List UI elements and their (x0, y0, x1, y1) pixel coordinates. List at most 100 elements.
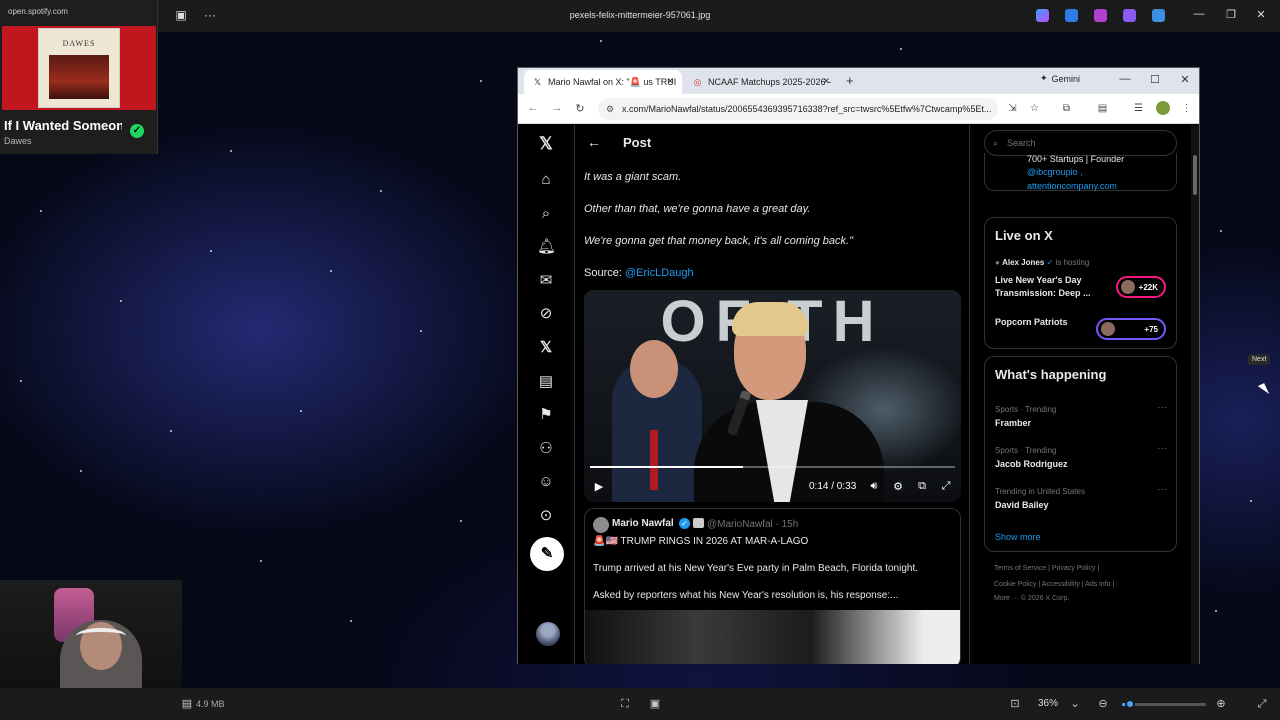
trend-name[interactable]: Framber (995, 418, 1031, 428)
crop-icon[interactable]: ⛶ (618, 697, 632, 711)
chrome-tab-icon: ◎ (693, 76, 702, 87)
quoted-post[interactable]: Mario Nawfal ✓ @MarioNawfal · 15h 🚨🇺🇸 TR… (584, 508, 961, 664)
tab-ncaaf[interactable]: ◎ NCAAF Matchups 2025-2026 - ✕ (684, 70, 838, 94)
messages-icon[interactable]: ✉ (537, 272, 555, 290)
minimize-icon[interactable]: — (1118, 73, 1132, 85)
quote-headline: 🚨🇺🇸 TRUMP RINGS IN 2026 AT MAR-A-LAGO (593, 536, 809, 547)
fullscreen-icon[interactable]: ⤢ (939, 480, 953, 493)
close-icon[interactable]: ✕ (1254, 8, 1268, 21)
copilot-icon[interactable] (1036, 9, 1049, 22)
next-tooltip: Next (1248, 354, 1271, 365)
zoom-in-icon[interactable]: ⊕ (1214, 697, 1228, 711)
browser-toolbar: ← → ↻ ⚙ x.com/MarioNawfal/status/2006554… (518, 94, 1199, 124)
install-icon[interactable]: ⇲ (1006, 102, 1019, 115)
volume-icon[interactable]: 🔊︎ (867, 480, 881, 493)
footer-links[interactable]: More ··· © 2026 X Corp. (994, 595, 1069, 602)
premium-x-icon[interactable]: 𝕏 (537, 339, 555, 357)
album-title: DAWES (62, 39, 96, 48)
zoom-out-icon[interactable]: ⊖ (1096, 697, 1110, 711)
menu-icon[interactable]: ⋮ (1180, 102, 1193, 115)
picture-in-picture-icon[interactable]: ⧉ (915, 480, 929, 493)
spotify-url: open.spotify.com (8, 7, 68, 16)
more-circle-icon[interactable]: ⊙ (537, 507, 555, 525)
bookmark-star-icon[interactable]: ☆ (1028, 102, 1041, 115)
close-tab-icon[interactable]: ✕ (666, 76, 674, 87)
account-avatar[interactable] (536, 622, 560, 646)
post-text-line: Other than that, we're gonna have a grea… (584, 203, 811, 215)
verified-badge-icon: ✓ (679, 518, 690, 529)
saved-check-icon[interactable]: ✓ (130, 124, 144, 138)
lists-icon[interactable]: ▤ (537, 373, 555, 391)
minimize-icon[interactable]: — (1192, 8, 1206, 20)
designer-icon[interactable] (1094, 9, 1107, 22)
bio-link[interactable]: @ibcgroupio , (1027, 167, 1083, 177)
x-logo-icon: 𝕏 (533, 76, 542, 87)
more-options-icon[interactable]: ··· (1157, 443, 1167, 454)
quote-media[interactable] (585, 610, 960, 664)
more-options-icon[interactable]: ··· (1157, 402, 1167, 413)
search-icon[interactable]: ⌕ (537, 205, 555, 223)
bio-link[interactable]: attentioncompany.com (1027, 181, 1117, 191)
extensions-icon[interactable]: ⧉ (1060, 102, 1073, 115)
gemini-button[interactable]: ✦ Gemini (1040, 73, 1080, 84)
chevron-down-icon[interactable]: ⌄ (1068, 697, 1082, 711)
reading-list-icon[interactable]: ☰ (1132, 102, 1145, 115)
live-space-title[interactable]: Popcorn Patriots (995, 316, 1068, 329)
expand-icon[interactable]: ⤢ (1255, 697, 1269, 711)
file-info-icon[interactable]: ▤ (180, 697, 194, 711)
close-icon[interactable]: ✕ (1178, 73, 1192, 86)
edit-icon[interactable] (1065, 9, 1078, 22)
source-handle-link[interactable]: @EricLDaugh (625, 267, 694, 279)
spotify-miniplayer[interactable]: open.spotify.com DAWES If I Wanted Someo… (0, 0, 158, 154)
listener-count-pill[interactable]: +75 (1096, 318, 1166, 340)
back-arrow-icon[interactable]: ← (587, 134, 601, 150)
grok-icon[interactable]: ⊘ (537, 305, 555, 323)
quote-handle: @MarioNawfal · 15h (707, 519, 799, 530)
bookmarks-icon[interactable]: ⚑ (537, 406, 555, 424)
communities-icon[interactable]: ⚇ (537, 440, 555, 458)
clipchamp-icon[interactable] (1123, 9, 1136, 22)
show-more-link[interactable]: Show more (995, 532, 1041, 542)
footer-links[interactable]: Terms of Service | Privacy Policy | (994, 565, 1099, 572)
forward-icon[interactable]: → (550, 102, 564, 114)
home-icon[interactable]: ⌂ (537, 171, 555, 189)
quote-author-name[interactable]: Mario Nawfal (612, 518, 674, 529)
maximize-icon[interactable]: ☐ (1148, 73, 1162, 86)
compose-post-button[interactable]: ✎ (530, 537, 564, 571)
more-options-icon[interactable]: ··· (1157, 484, 1167, 495)
avatar[interactable] (593, 517, 609, 533)
right-sidebar: ⌕ Search 700+ Startups | Founder @ibcgro… (970, 125, 1190, 664)
profile-bio-card: 700+ Startups | Founder @ibcgroupio , at… (984, 153, 1177, 191)
address-bar[interactable]: ⚙ x.com/MarioNawfal/status/2006554369395… (598, 98, 998, 120)
settings-icon[interactable]: ⚙ (891, 480, 905, 493)
play-icon[interactable]: ▶ (592, 480, 606, 493)
file-size: 4.9 MB (196, 699, 225, 709)
tab-x-post[interactable]: 𝕏 Mario Nawfal on X: "🚨 us TRUI ✕ (524, 70, 682, 94)
close-tab-icon[interactable]: ✕ (822, 76, 830, 87)
search-icon: ⌕ (993, 138, 999, 148)
site-info-icon[interactable]: ⚙ (606, 98, 614, 120)
profile-icon[interactable]: ☺ (537, 473, 555, 491)
page-scrollbar[interactable] (1191, 125, 1199, 664)
video-progress-bar[interactable] (590, 466, 955, 468)
new-tab-icon[interactable]: + (846, 73, 854, 88)
maximize-icon[interactable]: ❐ (1224, 8, 1238, 21)
notifications-icon[interactable]: 🔔︎ (537, 238, 556, 256)
fit-screen-icon[interactable]: ⊡ (1008, 697, 1022, 711)
footer-links[interactable]: Cookie Policy | Accessibility | Ads info… (994, 581, 1114, 588)
zoom-slider[interactable] (1122, 699, 1206, 709)
profile-avatar[interactable] (1156, 101, 1170, 115)
trend-name[interactable]: Jacob Rodriguez (995, 459, 1068, 469)
live-space-title[interactable]: Live New Year's Day Transmission: Deep .… (995, 274, 1107, 300)
post-text-line: We're gonna get that money back, it's al… (584, 235, 853, 247)
listener-count-pill[interactable]: +22K (1116, 276, 1166, 298)
sidepanel-icon[interactable]: ▤ (1096, 102, 1109, 115)
ocr-icon[interactable]: ▣ (648, 697, 662, 711)
trend-name[interactable]: David Bailey (995, 500, 1049, 510)
onedrive-icon[interactable] (1152, 9, 1165, 22)
video-player[interactable]: OF TH ▶ 0:14 / 0:33 🔊︎ ⚙ ⧉ ⤢ (584, 290, 961, 502)
reload-icon[interactable]: ↻ (573, 102, 587, 115)
back-icon[interactable]: ← (526, 102, 540, 114)
x-home-logo-icon[interactable]: 𝕏 (537, 135, 555, 153)
zoom-level[interactable]: 36% (1038, 698, 1058, 709)
